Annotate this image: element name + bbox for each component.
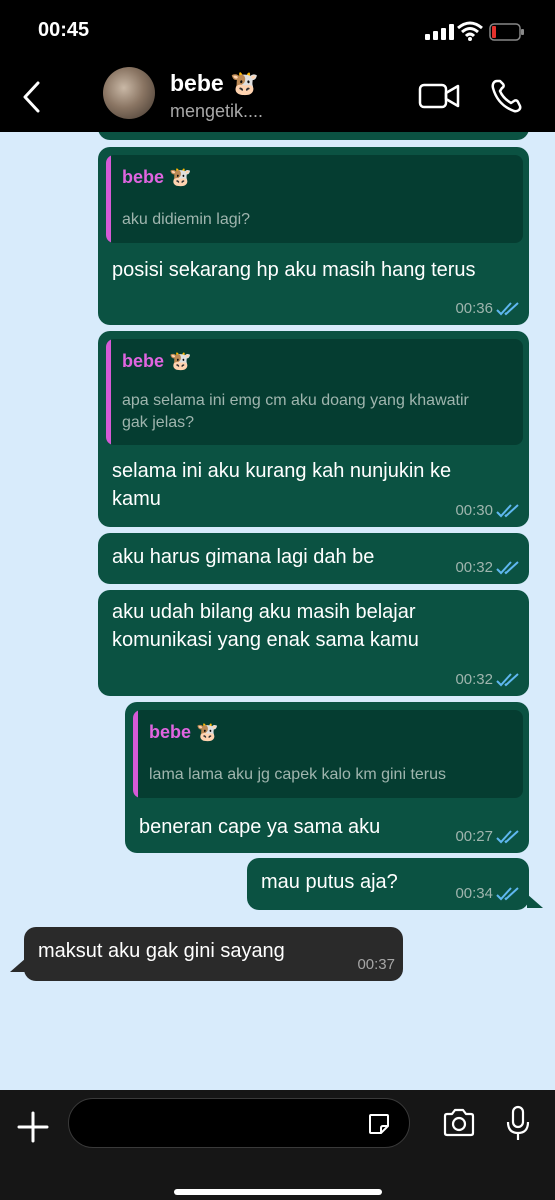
plus-icon[interactable] [16, 1110, 50, 1144]
read-receipt-icon [496, 829, 519, 843]
bubble-tail-out [527, 894, 543, 908]
quote-sender: bebe 🐮 [149, 722, 219, 742]
microphone-icon[interactable] [505, 1105, 531, 1143]
battery-icon [489, 23, 524, 41]
message-input[interactable] [68, 1098, 410, 1148]
quote-text: apa selama ini emg cm aku doang yang kha… [122, 392, 469, 431]
read-receipt-icon [496, 672, 519, 686]
message-bubble[interactable]: bebe 🐮 lama lama aku jg capek kalo km gi… [125, 702, 529, 853]
back-chevron-icon[interactable] [20, 80, 44, 114]
read-receipt-icon [496, 560, 519, 574]
camera-icon[interactable] [442, 1108, 476, 1138]
message-time: 00:30 [455, 502, 493, 519]
message-bubble[interactable]: mau putus aja? 00:34 [247, 858, 529, 910]
read-receipt-icon [496, 886, 519, 900]
message-time: 00:34 [455, 885, 493, 902]
message-bubble[interactable]: bebe 🐮 aku didiemin lagi? posisi sekaran… [98, 147, 529, 325]
avatar[interactable] [103, 67, 155, 119]
reply-quote[interactable]: bebe 🐮 apa selama ini emg cm aku doang y… [106, 339, 523, 445]
message-meta: 00:32 [455, 559, 521, 576]
message-bubble[interactable]: bebe 🐮 apa selama ini emg cm aku doang y… [98, 331, 529, 527]
message-text: posisi sekarang hp aku masih hang terus [112, 259, 476, 281]
quote-bar [133, 710, 138, 798]
read-receipt-icon [496, 503, 519, 517]
message-meta: 00:37 [357, 956, 395, 973]
wifi-icon [457, 21, 483, 41]
message-time: 00:32 [455, 671, 493, 688]
reply-quote[interactable]: bebe 🐮 aku didiemin lagi? [106, 155, 523, 243]
sticker-icon[interactable] [367, 1112, 391, 1136]
message-meta: 00:30 [455, 502, 521, 519]
message-bubble[interactable]: aku harus gimana lagi dah be 00:32 [98, 533, 529, 584]
message-bubble[interactable]: aku udah bilang aku masih belajar komuni… [98, 590, 529, 696]
message-time: 00:37 [357, 956, 395, 973]
bubble-tail-in [10, 958, 26, 972]
message-meta: 00:36 [455, 300, 521, 317]
message-text: aku udah bilang aku masih belajar komuni… [112, 601, 419, 651]
quote-sender: bebe 🐮 [122, 351, 192, 371]
message-time: 00:36 [455, 300, 493, 317]
signal-icon [425, 24, 454, 40]
input-bar [0, 1090, 555, 1200]
quote-text: aku didiemin lagi? [122, 211, 251, 228]
message-meta: 00:34 [455, 885, 521, 902]
message-text: maksut aku gak gini sayang [38, 940, 285, 962]
phone-icon[interactable] [489, 78, 523, 114]
quote-bar [106, 155, 111, 243]
message-bubble-incoming[interactable]: maksut aku gak gini sayang 00:37 [24, 927, 403, 981]
home-indicator [174, 1189, 382, 1195]
reply-quote[interactable]: bebe 🐮 lama lama aku jg capek kalo km gi… [133, 710, 523, 798]
chat-area[interactable]: bebe 🐮 aku didiemin lagi? posisi sekaran… [0, 132, 555, 1090]
message-text: mau putus aja? [261, 871, 398, 893]
read-receipt-icon [496, 301, 519, 315]
status-time: 00:45 [38, 19, 90, 41]
message-meta: 00:27 [455, 828, 521, 845]
chat-header: bebe 🐮 mengetik.... [0, 62, 555, 132]
message-text: selama ini aku kurang kah nunjukin ke ka… [112, 460, 452, 510]
quote-text: lama lama aku jg capek kalo km gini teru… [149, 766, 447, 783]
typing-status: mengetik.... [170, 101, 264, 121]
message-bubble-partial [98, 132, 529, 140]
message-time: 00:32 [455, 559, 493, 576]
message-meta: 00:32 [455, 671, 521, 688]
message-text: aku harus gimana lagi dah be [112, 546, 375, 568]
video-call-icon[interactable] [418, 81, 460, 111]
status-bar: 00:45 [0, 0, 555, 62]
contact-name[interactable]: bebe 🐮 [170, 70, 259, 97]
quote-sender: bebe 🐮 [122, 167, 192, 187]
quote-bar [106, 339, 111, 445]
message-time: 00:27 [455, 828, 493, 845]
message-text: beneran cape ya sama aku [139, 816, 381, 838]
